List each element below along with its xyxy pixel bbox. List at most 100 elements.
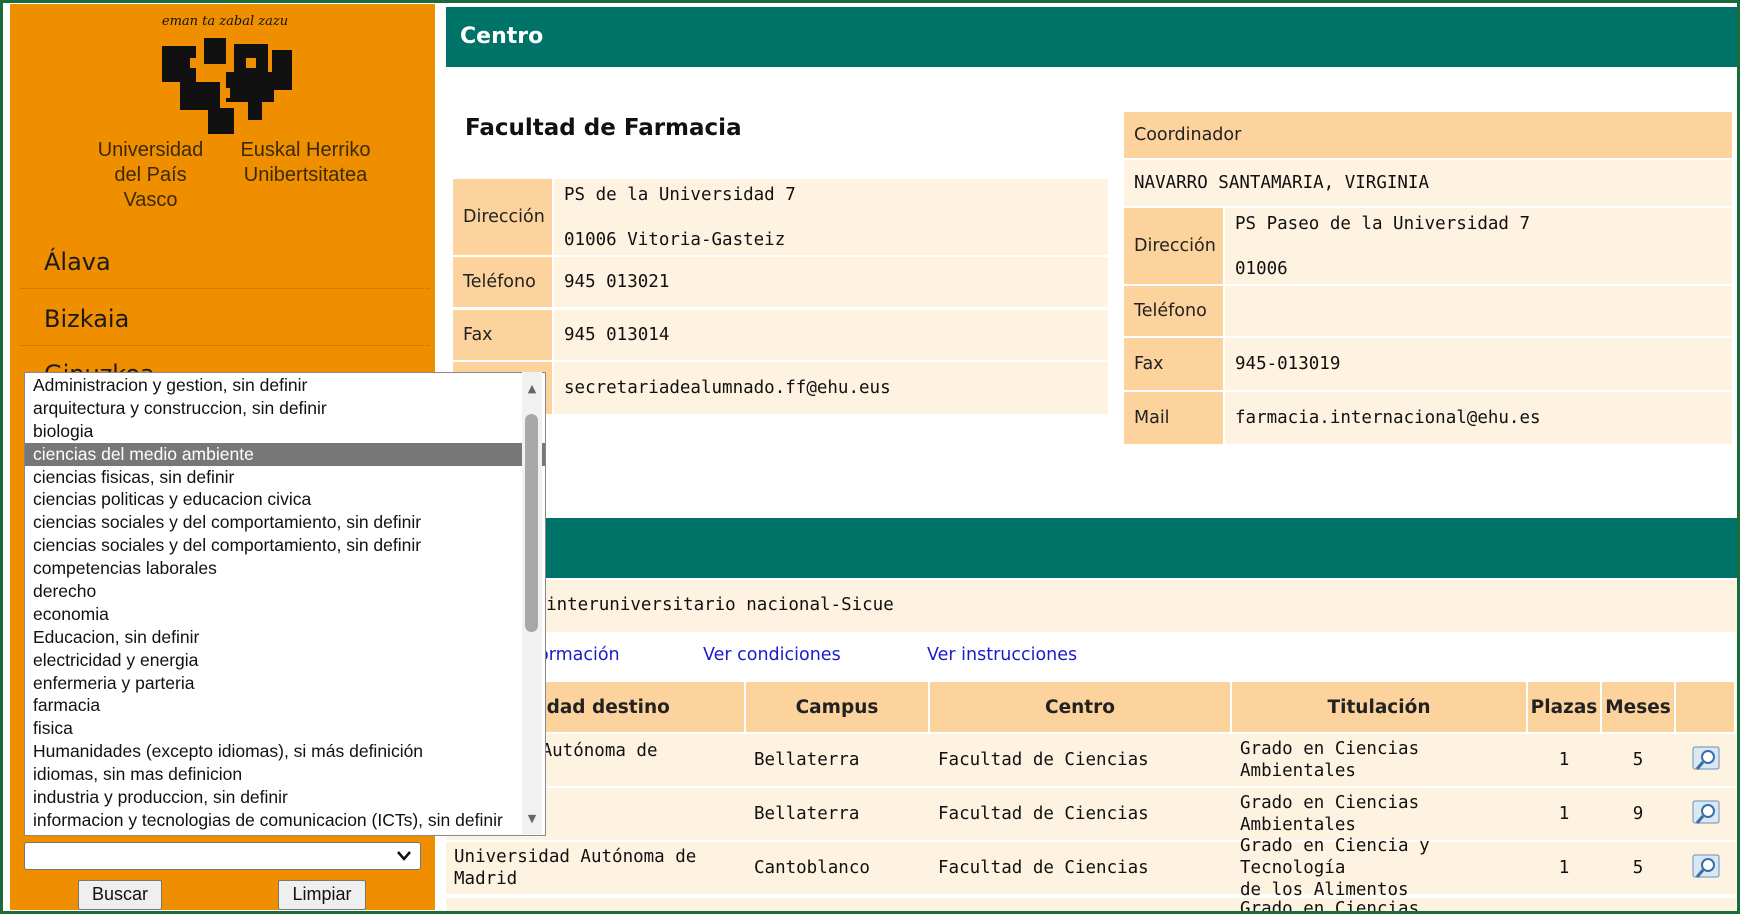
th-campus: Campus [746, 682, 928, 732]
cell-titulacion: Grado en Ciencias Ambientales [1232, 788, 1526, 840]
coordinador-header: Coordinador [1124, 112, 1732, 158]
magnifier-icon[interactable] [1692, 854, 1720, 882]
ehu-logo-icon [162, 38, 292, 134]
coordinador-mail: farmacia.internacional@ehu.es [1225, 392, 1732, 444]
titulacion-line1: Grado en Ciencia y Tecnología [1240, 836, 1430, 878]
university-name-es: Universidad del País Vasco [88, 138, 213, 213]
centro-name: Facultad de Farmacia [465, 115, 742, 141]
limpiar-button[interactable]: Limpiar [278, 880, 366, 910]
coordinador-name: NAVARRO SANTAMARIA, VIRGINIA [1124, 160, 1732, 206]
scroll-down-icon[interactable]: ▼ [522, 812, 542, 825]
list-option[interactable]: farmacia [25, 694, 545, 717]
scroll-up-icon[interactable]: ▲ [522, 382, 542, 395]
cell-campus: Bellaterra [754, 750, 860, 770]
coordinador-direccion-line2: 01006 [1235, 259, 1288, 279]
university-eu-line2: Unibertsitatea [243, 164, 368, 186]
buscar-button[interactable]: Buscar [78, 880, 162, 910]
coordinador-telefono [1225, 286, 1732, 336]
th-centro: Centro [930, 682, 1230, 732]
cell-plazas: 1 [1558, 858, 1570, 878]
motto: eman ta zabal zazu [161, 14, 289, 29]
centro-fax-label: Fax [453, 310, 552, 360]
centro-direccion-cell: PS de la Universidad 7 01006 Vitoria-Gas… [554, 179, 1108, 255]
cell-centro: Facultad de Ciencias [938, 858, 1149, 878]
coordinador-fax: 945-013019 [1225, 338, 1732, 390]
list-option[interactable]: ciencias fisicas, sin definir [25, 466, 545, 489]
list-option[interactable]: economia [25, 603, 545, 626]
programa-header [446, 518, 1740, 578]
th-detail [1676, 682, 1734, 732]
table-row-partial [446, 898, 1736, 914]
nav-alava[interactable]: Álava [20, 235, 430, 289]
list-option[interactable]: informacion y tecnologias de comunicacio… [25, 809, 545, 832]
cell-universidad: Universidad Autónoma de Madrid [446, 842, 744, 894]
centro-telefono: 945 013021 [554, 257, 1108, 307]
cell-centro: Facultad de Ciencias [938, 804, 1149, 824]
centro-mail: secretariadealumnado.ff@ehu.eus [554, 362, 1108, 414]
titulacion-line2: Ambientales [1240, 815, 1356, 835]
cell-titulacion: Grado en Ciencias Ambientales [1232, 734, 1526, 786]
list-option[interactable]: idiomas, sin mas definicion [25, 763, 545, 786]
instrucciones-link[interactable]: Ver instrucciones [927, 645, 1077, 665]
list-option[interactable]: ciencias politicas y educacion civica [25, 488, 545, 511]
th-titulacion: Titulación [1232, 682, 1526, 732]
list-option[interactable]: ciencias del medio ambiente [25, 442, 545, 466]
list-option[interactable]: Administracion y gestion, sin definir [25, 374, 545, 397]
partial-titulacion: Grado en Ciencias [1240, 899, 1420, 912]
th-plazas: Plazas [1528, 682, 1600, 732]
titulacion-line1: Grado en Ciencias [1240, 793, 1420, 813]
list-option[interactable]: derecho [25, 580, 545, 603]
centro-telefono-label: Teléfono [453, 257, 552, 307]
universidad-line1: Universidad Autónoma de [454, 847, 697, 867]
list-option[interactable]: industria y produccion, sin definir [25, 786, 545, 809]
coordinador-telefono-label: Teléfono [1124, 286, 1223, 336]
cell-meses: 9 [1632, 804, 1644, 824]
coordinador-direccion-label: Dirección [1124, 208, 1223, 284]
coordinador-direccion-line1: PS Paseo de la Universidad 7 [1235, 214, 1531, 234]
coordinador-mail-label: Mail [1124, 392, 1223, 444]
university-eu-line1: Euskal Herriko [240, 139, 371, 161]
area-listbox[interactable]: Administracion y gestion, sin definir arq… [24, 372, 546, 836]
centro-direccion-line1: PS de la Universidad 7 [564, 185, 796, 205]
universidad-line2: Madrid [454, 869, 518, 889]
cell-campus: Bellaterra [754, 804, 860, 824]
cell-plazas: 1 [1558, 804, 1570, 824]
magnifier-icon[interactable] [1692, 800, 1720, 828]
university-name-eu: Euskal Herriko Unibertsitatea [238, 138, 373, 188]
cell-campus: Cantoblanco [754, 858, 870, 878]
programa-name: n interuniversitario nacional-Sicue [525, 595, 894, 615]
cell-meses: 5 [1632, 750, 1644, 770]
centro-direccion-label: Dirección [453, 179, 552, 255]
list-option[interactable]: Educacion, sin definir [25, 626, 545, 649]
area-select[interactable] [24, 842, 421, 870]
list-option[interactable]: arquitectura y construccion, sin definir [25, 397, 545, 420]
list-option[interactable]: ciencias sociales y del comportamiento, … [25, 511, 545, 534]
list-option[interactable]: Humanidades (excepto idiomas), si más de… [25, 740, 545, 763]
info-link[interactable]: ormación [538, 645, 620, 665]
list-option[interactable]: ciencias sociales y del comportamiento, … [25, 534, 545, 557]
chevron-down-icon [397, 851, 411, 861]
centro-direccion-line2: 01006 Vitoria-Gasteiz [564, 230, 786, 250]
list-option[interactable]: fisica [25, 717, 545, 740]
th-meses: Meses [1602, 682, 1674, 732]
list-option[interactable]: biologia [25, 420, 545, 443]
cell-meses: 5 [1632, 858, 1644, 878]
list-option[interactable]: competencias laborales [25, 557, 545, 580]
cell-titulacion: Grado en Ciencia y Tecnología de los Alim… [1232, 836, 1526, 900]
list-option[interactable]: enfermeria y parteria [25, 672, 545, 695]
centro-header: Centro [446, 7, 1740, 67]
cell-centro: Facultad de Ciencias [938, 750, 1149, 770]
titulacion-line1: Grado en Ciencias [1240, 739, 1420, 759]
list-option[interactable]: electricidad y energia [25, 649, 545, 672]
coordinador-direccion-cell: PS Paseo de la Universidad 7 01006 [1225, 208, 1732, 284]
university-es-line2: del País Vasco [114, 164, 187, 211]
condiciones-link[interactable]: Ver condiciones [703, 645, 841, 665]
university-es-line1: Universidad [97, 139, 204, 161]
magnifier-icon[interactable] [1692, 746, 1720, 774]
titulacion-line2: Ambientales [1240, 761, 1356, 781]
nav-bizkaia[interactable]: Bizkaia [20, 292, 430, 346]
centro-fax: 945 013014 [554, 310, 1108, 360]
coordinador-fax-label: Fax [1124, 338, 1223, 390]
listbox-scroll-thumb[interactable] [525, 414, 538, 632]
cell-plazas: 1 [1558, 750, 1570, 770]
